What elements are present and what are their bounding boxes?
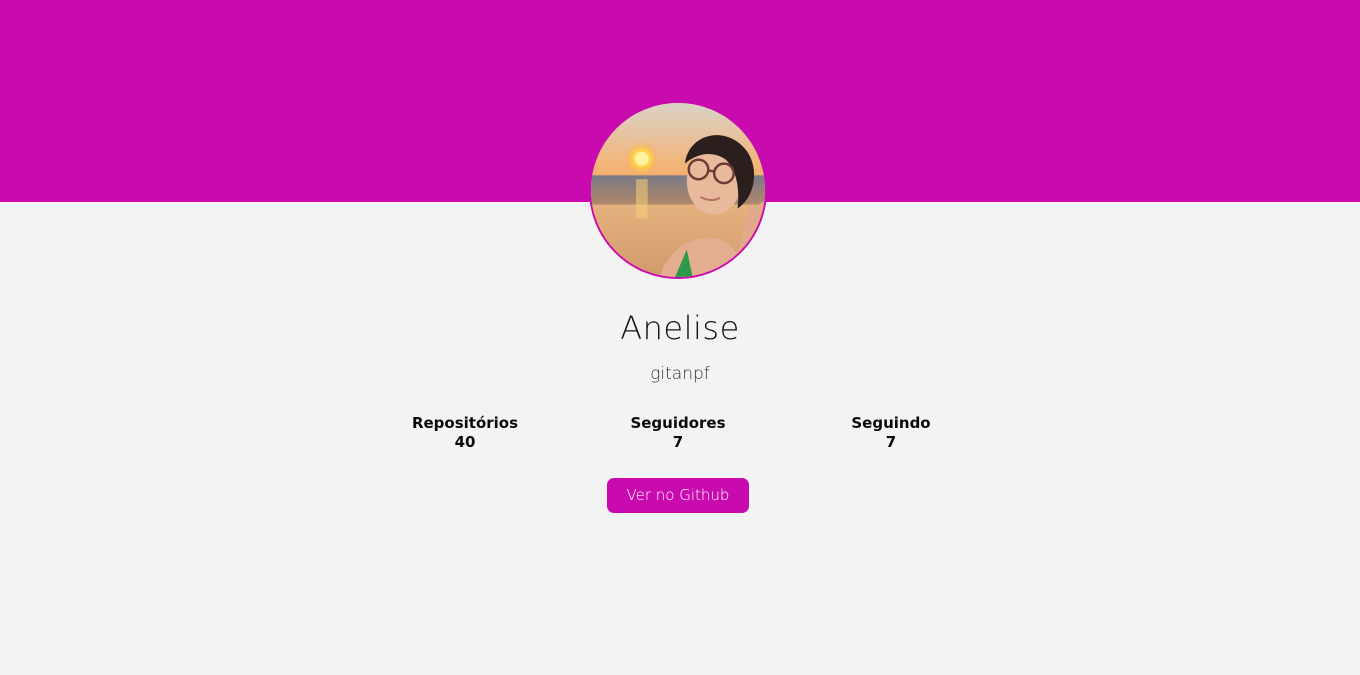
stat-value: 40: [454, 433, 476, 451]
stat-value: 7: [672, 433, 684, 451]
stat-followers: Seguidores 7: [588, 414, 768, 452]
stat-label: Repositórios: [411, 414, 519, 432]
profile-username: gitanpf: [650, 364, 710, 384]
stat-repositories: Repositórios 40: [375, 414, 555, 452]
stat-label: Seguindo: [851, 414, 931, 432]
view-on-github-button[interactable]: Ver no Github: [607, 478, 749, 513]
stat-value: 7: [885, 433, 897, 451]
profile-stats: Repositórios 40 Seguidores 7 Seguindo 7: [0, 414, 1360, 458]
stat-label: Seguidores: [630, 414, 726, 432]
avatar: [589, 101, 767, 279]
profile-name: Anelise: [620, 309, 740, 347]
profile-page: Anelise gitanpf Repositórios 40 Seguidor…: [0, 0, 1360, 675]
avatar-photo: [591, 103, 765, 277]
stat-following: Seguindo 7: [801, 414, 981, 452]
